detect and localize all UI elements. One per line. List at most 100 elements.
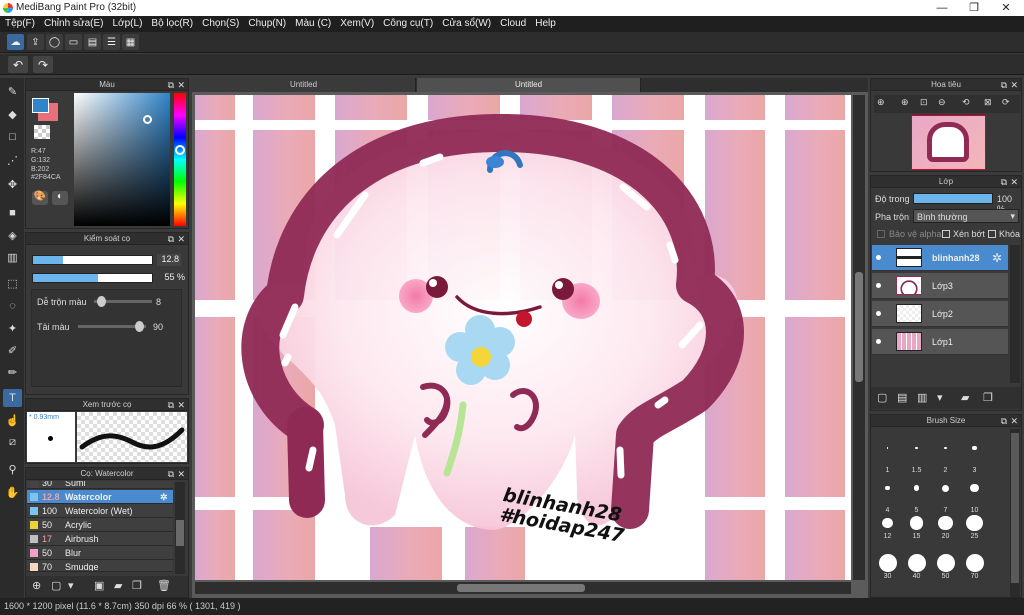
layer-settings-gear-icon[interactable]: ✲ [992, 251, 1002, 265]
brush-settings-icon[interactable]: ▣ [94, 579, 104, 592]
expand-icon[interactable]: ⧉ [1001, 415, 1007, 427]
select-pen-tool-icon[interactable]: ✐ [3, 341, 22, 359]
menu-color[interactable]: Màu (C) [290, 16, 335, 29]
brush-size-option[interactable]: 20 [931, 513, 960, 551]
eraser-tool-icon[interactable]: ◆ [3, 105, 22, 123]
lock-checkbox[interactable] [988, 230, 996, 238]
layer-visibility-icon[interactable] [876, 283, 881, 288]
comment-icon[interactable]: ◯ [46, 34, 63, 50]
brush-row[interactable]: 100 Watercolor (Wet) [27, 504, 173, 518]
primary-color-swatch[interactable] [32, 98, 49, 113]
new-layer-icon[interactable]: ▢ [877, 391, 887, 404]
brush-list-scrollbar[interactable] [175, 482, 185, 574]
rotate-right-icon[interactable]: ⟳ [1002, 97, 1010, 108]
layer-visibility-icon[interactable] [876, 311, 881, 316]
text-tool-icon[interactable]: T [3, 389, 22, 407]
zoom-in-icon[interactable]: ⊕ [877, 97, 885, 108]
layer-visibility-icon[interactable] [876, 339, 881, 344]
restore-button[interactable]: ❐ [962, 1, 986, 15]
document-icon[interactable]: ▤ [84, 34, 101, 50]
color-history-icon[interactable]: ◐ [52, 191, 68, 205]
delete-brush-icon[interactable]: 🗑 [157, 579, 171, 592]
brush-size-option[interactable]: 70 [960, 553, 989, 591]
undo-icon[interactable]: ↶ [8, 56, 28, 73]
brush-size-option[interactable]: 1.5 [902, 441, 931, 479]
zoom-out-icon[interactable]: ⊖ [938, 97, 946, 108]
brush-row[interactable]: 17 Airbrush [27, 532, 173, 546]
transparent-swatch[interactable] [34, 125, 50, 139]
grid-icon[interactable]: ▦ [122, 34, 139, 50]
blend-mode-select[interactable]: Bình thường ▾ [913, 209, 1019, 223]
brush-size-option[interactable]: 25 [960, 513, 989, 551]
menu-select[interactable]: Chọn(S) [197, 16, 243, 29]
message-icon[interactable]: ▭ [65, 34, 82, 50]
brush-size-option[interactable]: 12 [873, 513, 902, 551]
canvas-horizontal-scrollbar[interactable] [195, 582, 851, 594]
palette-icon[interactable]: 🎨 [32, 191, 48, 205]
menu-layer[interactable]: Lớp(L) [108, 16, 147, 29]
menu-tools[interactable]: Công cụ(T) [378, 16, 437, 29]
brush-tool-icon[interactable]: ✎ [3, 82, 22, 100]
lasso-tool-icon[interactable]: ◌ [3, 297, 22, 315]
brush-size-option[interactable]: 30 [873, 553, 902, 591]
menu-file[interactable]: Tệp(F) [0, 16, 39, 29]
eyedropper-tool-icon[interactable]: ⚲ [3, 460, 22, 478]
canvas-vertical-scrollbar[interactable] [853, 95, 865, 580]
list-icon[interactable]: ☰ [103, 34, 120, 50]
redo-icon[interactable]: ↷ [33, 56, 53, 73]
menu-edit[interactable]: Chỉnh sửa(E) [39, 16, 108, 29]
mix-slider[interactable] [94, 296, 152, 307]
brush-row[interactable]: 50 Acrylic [27, 518, 173, 532]
brush-size-value[interactable]: 12.8 [157, 254, 181, 266]
brush-size-option[interactable]: 2 [931, 441, 960, 479]
brush-row[interactable]: 70 Smudge [27, 560, 173, 572]
brush-row-selected[interactable]: 12.8 Watercolor ✲ [27, 490, 173, 504]
layer-visibility-icon[interactable] [876, 255, 881, 260]
expand-icon[interactable]: ⧉ [1001, 79, 1007, 91]
alpha-protect-checkbox[interactable] [877, 230, 885, 238]
navigator-thumbnail[interactable] [911, 115, 986, 170]
new-brush-icon[interactable]: ▢ [51, 579, 61, 592]
brush-menu-icon[interactable]: ▾ [68, 579, 74, 592]
shape-tool-icon[interactable]: □ [3, 128, 22, 146]
menu-filter[interactable]: Bộ lọc(R) [146, 16, 197, 29]
mix-slider-handle[interactable] [96, 296, 106, 307]
bucket-tool-icon[interactable]: ◈ [3, 226, 22, 244]
layer-item-lop1[interactable]: Lớp1 [872, 329, 1008, 355]
tab-untitled-1[interactable]: Untitled [192, 78, 416, 92]
layer-menu-icon[interactable]: ▾ [937, 391, 943, 404]
close-button[interactable]: ✕ [994, 1, 1018, 15]
close-icon[interactable]: ✕ [177, 468, 185, 480]
layer-folder-icon[interactable]: ▰ [961, 391, 969, 404]
brush-row[interactable]: 50 Blur [27, 546, 173, 560]
rotate-left-icon[interactable]: ⟲ [962, 97, 970, 108]
fit-icon[interactable]: ⊡ [920, 97, 928, 108]
expand-icon[interactable]: ⧉ [168, 399, 174, 411]
brush-row[interactable]: 30 Sumi [27, 481, 173, 489]
brush-size-option[interactable]: 15 [902, 513, 931, 551]
magic-wand-tool-icon[interactable]: ✦ [3, 319, 22, 337]
vertical-scroll-thumb[interactable] [855, 272, 863, 382]
select-eraser-tool-icon[interactable]: ✏ [3, 363, 22, 381]
new-8bit-layer-icon[interactable]: ▥ [917, 391, 927, 404]
brush-size-slider[interactable] [32, 255, 153, 265]
layer-item-blinhanh28[interactable]: blinhanh28 ✲ [872, 245, 1008, 271]
brush-list-scroll-thumb[interactable] [176, 520, 184, 546]
move-tool-icon[interactable]: ✥ [3, 175, 22, 193]
menu-view[interactable]: Xem(V) [335, 16, 378, 29]
saturation-value-picker[interactable] [74, 93, 170, 226]
reset-icon[interactable]: ⊠ [984, 97, 992, 108]
brush-size-scroll-thumb[interactable] [1011, 433, 1019, 583]
expand-icon[interactable]: ⧉ [168, 468, 174, 480]
expand-icon[interactable]: ⧉ [168, 79, 174, 91]
menu-window[interactable]: Cửa sổ(W) [437, 16, 495, 29]
layer-item-lop2[interactable]: Lớp2 [872, 301, 1008, 327]
upload-icon[interactable]: ⇪ [27, 34, 44, 50]
close-icon[interactable]: ✕ [1010, 415, 1018, 427]
brush-settings-gear-icon[interactable]: ✲ [160, 490, 168, 504]
divide-tool-icon[interactable]: ⧄ [3, 433, 22, 451]
new-halftone-layer-icon[interactable]: ▤ [897, 391, 907, 404]
close-icon[interactable]: ✕ [177, 233, 185, 245]
layer-item-lop3[interactable]: Lớp3 [872, 273, 1008, 299]
brush-folder-icon[interactable]: ▰ [114, 579, 122, 592]
